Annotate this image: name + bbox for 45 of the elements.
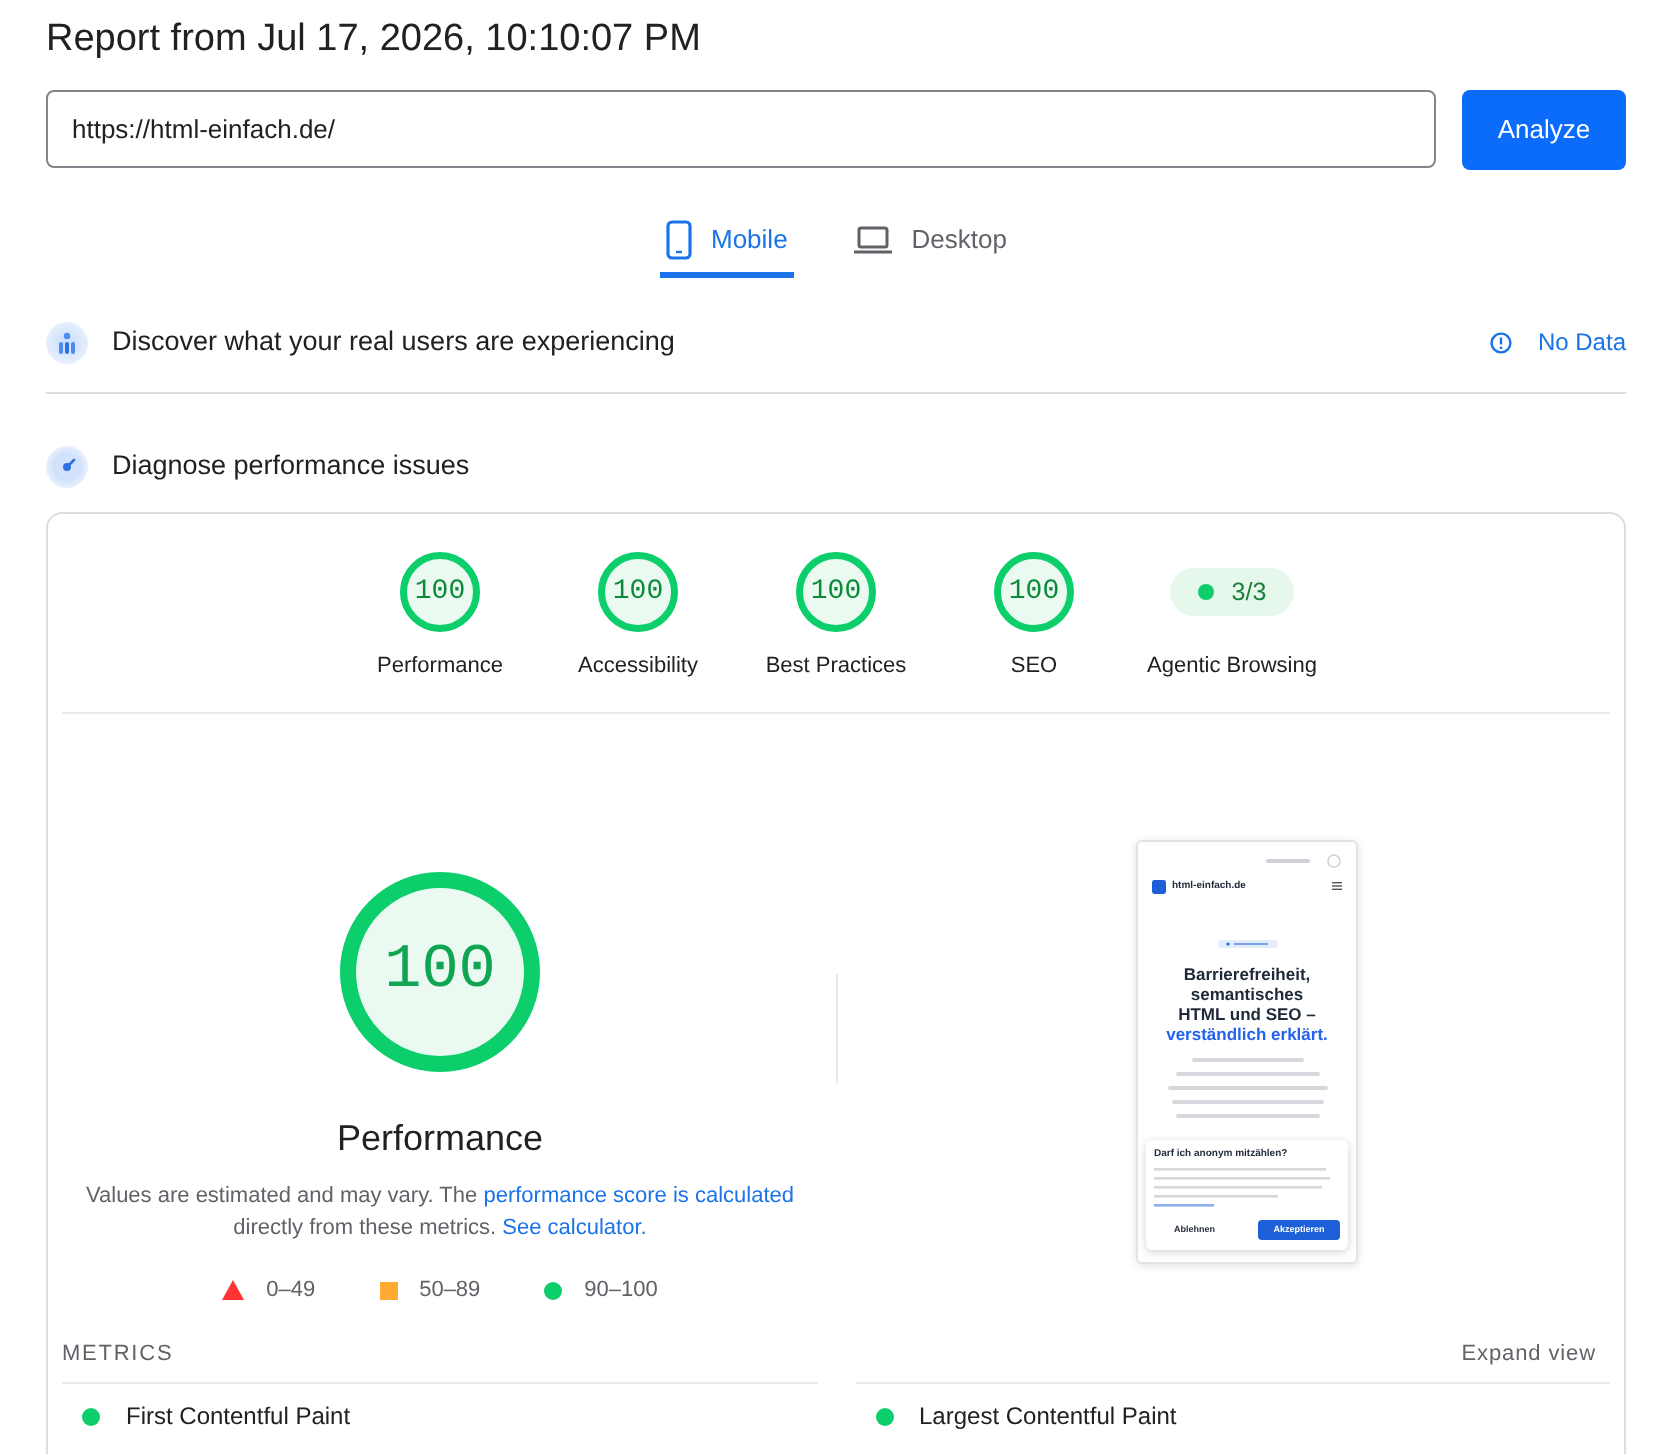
category-label: Agentic Browsing [1147,652,1317,680]
score-value: 100 [384,938,496,1006]
phone-icon [665,219,691,259]
category-label: Best Practices [765,652,907,680]
hero-headline: Barrierefreiheit, semantisches HTML und SEO – [1176,964,1318,1024]
score-value: 100 [810,576,862,608]
legend-label: 0–49 [266,1276,316,1304]
inline-link[interactable]: performance score is calculated [483,1184,794,1208]
category-label: SEO [1010,652,1058,680]
score-gauge [796,552,876,632]
report-title: Report from Jul 17, 2026, 10:10:07 PM [46,16,703,64]
score-gauge [994,552,1074,632]
device-tab[interactable]: Desktop [847,206,1013,278]
analyze-button[interactable]: Analyze [1462,90,1626,170]
category-label: Performance [377,652,503,680]
expand-view-button[interactable]: Expand view [1461,1337,1596,1371]
tag-pill-drawing [1217,940,1277,948]
legend-label: 90–100 [584,1276,658,1304]
device-tab[interactable]: Mobile [659,206,794,278]
logo-icon [1152,879,1166,893]
score-value: 100 [612,576,664,608]
score-gauge [598,552,678,632]
score-description: Values are estimated and may vary. The performance score is calculated directly from these metrics. See calculator. [83,1182,796,1244]
dial-icon [46,445,88,487]
score-gauge [400,552,480,632]
info-icon [1489,331,1512,353]
url-field[interactable]: https://html-einfach.de/ [46,90,1436,168]
category-label: Accessibility [578,652,698,680]
bar-chart-icon [46,321,88,363]
metrics-heading: METRICS [62,1339,174,1370]
menu-icon [1332,882,1342,890]
laptop-icon [853,225,892,253]
score-value: 3/3 [1231,575,1267,610]
status-text: No Data [1537,326,1626,360]
score-value: 100 [414,576,466,608]
metric-name: Largest Contentful Paint [919,1400,1177,1432]
metric-name: First Contentful Paint [126,1400,351,1432]
header-controls-drawing [1266,854,1342,868]
score-value: 100 [1008,576,1060,608]
score-title: Performance [336,1116,544,1160]
hero-headline-highlight: verständlich erklärt. [1164,1024,1330,1044]
section-title: Diagnose performance issues [112,447,470,484]
section-title: Discover what your real users are experiencing [112,323,675,360]
inline-link[interactable]: See calculator. [502,1216,647,1240]
legend-label: 50–89 [419,1276,481,1304]
